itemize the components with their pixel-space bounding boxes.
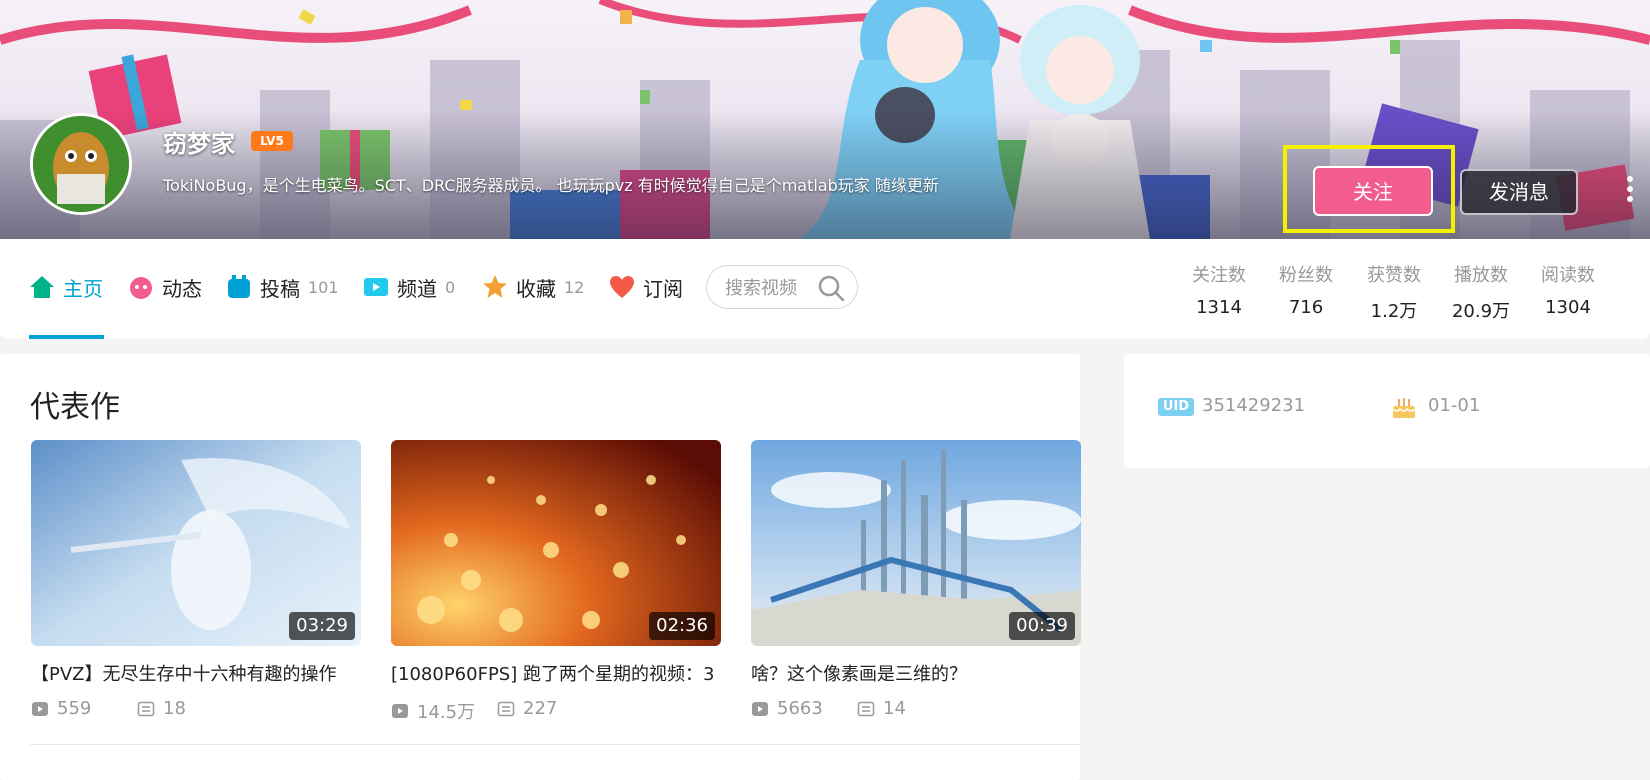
play-count-value: 5663 <box>777 698 823 719</box>
tab-home-label: 主页 <box>63 276 103 301</box>
stat-fans-value: 716 <box>1288 297 1324 318</box>
tab-channel-count: 0 <box>445 277 456 297</box>
tab-subscriptions-label: 订阅 <box>643 276 683 301</box>
stat-likes-label: 获赞数 <box>1367 265 1421 286</box>
danmaku-count: 227 <box>497 698 557 719</box>
avatar-image <box>33 116 129 212</box>
stat-following-value: 1314 <box>1196 297 1242 318</box>
danmaku-count: 14 <box>857 698 906 719</box>
uid-value: 351429231 <box>1202 395 1306 416</box>
home-icon <box>30 276 54 298</box>
video-title[interactable]: [1080P60FPS] 跑了两个星期的视频：3 <box>391 660 721 686</box>
stat-fans[interactable]: 粉丝数 716 <box>1266 261 1346 318</box>
birthday-value: 01-01 <box>1428 395 1481 416</box>
tab-favorites-count: 12 <box>564 277 585 297</box>
danmaku-count-value: 14 <box>883 698 906 719</box>
stat-reads: 阅读数 1304 <box>1528 261 1608 318</box>
section-divider <box>30 744 1080 745</box>
video-meta: 14.5万 227 <box>391 698 721 723</box>
video-thumbnail[interactable]: 02:36 <box>391 440 721 646</box>
play-count-icon <box>32 701 48 716</box>
user-info-panel: UID 351429231 01-01 <box>1124 354 1650 468</box>
danmaku-icon <box>497 701 515 716</box>
video-thumbnail[interactable]: 00:39 <box>751 440 1081 646</box>
video-duration: 02:36 <box>649 612 715 640</box>
tab-favorites-label: 收藏 <box>516 276 556 301</box>
main-content: 代表作 03:29 【PVZ】无尽生存中十六种有趣的操作 559 18 02:3… <box>0 354 1081 780</box>
danmaku-icon <box>857 701 875 716</box>
avatar[interactable] <box>30 113 132 215</box>
follow-button[interactable]: 关注 <box>1313 166 1433 216</box>
video-title[interactable]: 啥？这个像素画是三维的？ <box>751 660 1081 686</box>
video-duration: 03:29 <box>289 612 355 640</box>
tab-dynamic-label: 动态 <box>162 276 202 301</box>
upload-icon <box>228 275 250 298</box>
profile-banner: 窃梦家 LV5 TokiNoBug，是个生电菜鸟。SCT、DRC服务器成员。 也… <box>0 0 1650 239</box>
star-icon <box>483 275 507 298</box>
search-icon[interactable] <box>817 274 845 302</box>
user-signature: TokiNoBug，是个生电菜鸟。SCT、DRC服务器成员。 也玩玩pvz 有时… <box>163 176 939 195</box>
play-count-icon <box>392 704 408 718</box>
stat-reads-label: 阅读数 <box>1541 265 1595 286</box>
danmaku-count-value: 18 <box>163 698 186 719</box>
stat-likes-value: 1.2万 <box>1370 301 1418 322</box>
send-message-button[interactable]: 发消息 <box>1460 169 1578 215</box>
video-card[interactable]: 03:29 【PVZ】无尽生存中十六种有趣的操作 559 18 <box>31 440 361 720</box>
channel-icon <box>364 278 388 296</box>
danmaku-count: 18 <box>137 698 186 719</box>
stat-fans-label: 粉丝数 <box>1279 265 1333 286</box>
video-search[interactable] <box>706 265 858 309</box>
video-meta: 5663 14 <box>751 698 1081 720</box>
section-title: 代表作 <box>30 390 120 425</box>
play-count: 5663 <box>751 698 823 719</box>
tab-subscriptions[interactable]: 订阅 <box>609 269 683 305</box>
video-thumbnail[interactable]: 03:29 <box>31 440 361 646</box>
dynamic-icon <box>130 277 152 299</box>
danmaku-icon <box>137 701 155 716</box>
stat-following[interactable]: 关注数 1314 <box>1179 261 1259 318</box>
uid-badge: UID <box>1158 398 1194 416</box>
play-count: 559 <box>31 698 91 719</box>
heart-icon <box>610 276 634 298</box>
video-card[interactable]: 00:39 啥？这个像素画是三维的？ 5663 14 <box>751 440 1081 720</box>
video-card[interactable]: 02:36 [1080P60FPS] 跑了两个星期的视频：3 14.5万 227 <box>391 440 721 723</box>
danmaku-count-value: 227 <box>523 698 558 719</box>
play-count-value: 559 <box>57 698 92 719</box>
video-meta: 559 18 <box>31 698 361 720</box>
stat-plays-value: 20.9万 <box>1451 301 1511 322</box>
search-input[interactable] <box>723 274 821 302</box>
stat-reads-value: 1304 <box>1545 297 1591 318</box>
tab-home[interactable]: 主页 <box>29 269 103 305</box>
play-count-value: 14.5万 <box>417 702 476 723</box>
tab-channel-label: 频道 <box>397 276 437 301</box>
video-title[interactable]: 【PVZ】无尽生存中十六种有趣的操作 <box>31 660 361 686</box>
stat-plays-label: 播放数 <box>1454 265 1508 286</box>
tab-channel[interactable]: 频道 0 <box>363 269 455 305</box>
tab-favorites[interactable]: 收藏 12 <box>482 269 584 305</box>
tab-upload-count: 101 <box>308 277 339 297</box>
profile-nav-bar: 主页 动态 投稿 101 频道 0 收藏 12 订阅 搜索视频 关注数 1314… <box>0 239 1650 339</box>
tab-upload[interactable]: 投稿 101 <box>226 269 339 305</box>
active-tab-indicator <box>29 335 104 339</box>
level-badge: LV5 <box>251 131 293 151</box>
tab-upload-label: 投稿 <box>260 276 300 301</box>
tab-dynamic[interactable]: 动态 <box>128 269 202 305</box>
play-count: 14.5万 <box>391 698 475 724</box>
video-duration: 00:39 <box>1009 612 1075 640</box>
stat-following-label: 关注数 <box>1192 265 1246 286</box>
username: 窃梦家 <box>163 130 235 158</box>
more-options-icon[interactable] <box>1620 172 1640 208</box>
stat-plays: 播放数 20.9万 <box>1441 261 1521 323</box>
birthday-cake-icon <box>1392 398 1416 418</box>
play-count-icon <box>752 701 768 716</box>
stat-likes: 获赞数 1.2万 <box>1354 261 1434 323</box>
